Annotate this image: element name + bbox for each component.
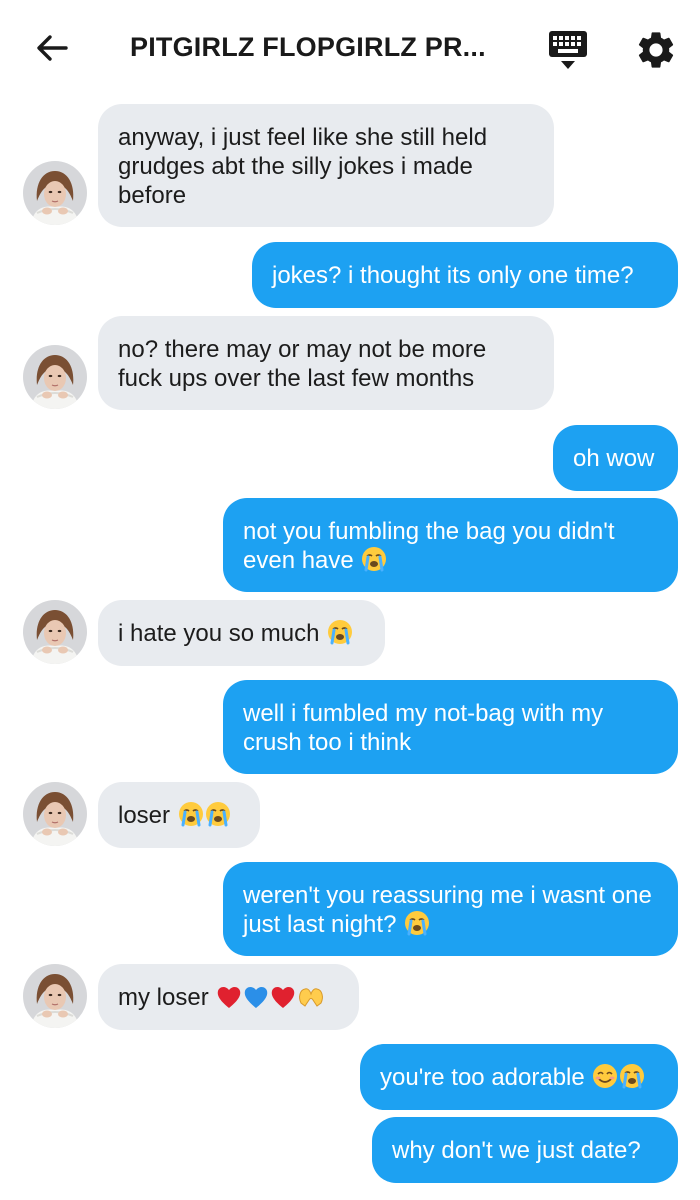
message-text: no? there may or may not be more fuck up… (118, 336, 487, 392)
red-heart-icon (270, 985, 296, 1016)
message-bubble[interactable]: oh wow (553, 425, 678, 491)
message-text: not you fumbling the bag you didn't even… (243, 518, 615, 574)
avatar[interactable] (23, 345, 87, 409)
loudly-crying-face-icon (205, 801, 231, 834)
message-bubble[interactable]: weren't you reassuring me i wasnt one ju… (223, 862, 678, 956)
message-bubble[interactable]: my loser (98, 964, 359, 1030)
message-bubble[interactable]: no? there may or may not be more fuck up… (98, 316, 554, 410)
loudly-crying-face-icon (178, 801, 204, 834)
message-bubble[interactable]: anyway, i just feel like she still held … (98, 104, 554, 227)
message-text: loser (118, 802, 171, 829)
loudly-crying-face-icon (619, 1063, 645, 1096)
keyboard-icon (549, 31, 587, 69)
blue-heart-icon (243, 985, 269, 1016)
message-bubble[interactable]: why don't we just date? (372, 1117, 678, 1183)
avatar[interactable] (23, 600, 87, 664)
smiling-face-with-smiling-eyes-icon (592, 1063, 618, 1096)
message-text: weren't you reassuring me i wasnt one ju… (243, 882, 652, 938)
message-bubble[interactable]: well i fumbled my not-bag with my crush … (223, 680, 678, 774)
message-bubble[interactable]: loser (98, 782, 260, 848)
arrow-left-icon (37, 35, 68, 61)
loudly-crying-face-icon (404, 910, 430, 943)
back-button[interactable] (30, 26, 74, 70)
chat-header: PITGIRLZ FLOPGIRLZ PR... (0, 0, 700, 100)
red-heart-icon (216, 985, 242, 1016)
message-text: anyway, i just feel like she still held … (118, 124, 488, 209)
message-text: well i fumbled my not-bag with my crush … (243, 700, 604, 756)
message-text: i hate you so much (118, 620, 320, 647)
settings-button[interactable] (634, 28, 678, 72)
avatar[interactable] (23, 964, 87, 1028)
loudly-crying-face-icon (361, 546, 387, 579)
heart-hands-icon (297, 985, 325, 1016)
chat-title: PITGIRLZ FLOPGIRLZ PR... (130, 32, 486, 62)
message-bubble[interactable]: i hate you so much (98, 600, 385, 666)
avatar[interactable] (23, 161, 87, 225)
keyboard-button[interactable] (546, 28, 590, 74)
gear-icon (638, 32, 674, 68)
avatar[interactable] (23, 782, 87, 846)
message-text: why don't we just date? (392, 1137, 641, 1164)
message-text: my loser (118, 984, 209, 1011)
message-text: oh wow (573, 445, 655, 472)
message-bubble[interactable]: jokes? i thought its only one time? (252, 242, 678, 308)
message-bubble[interactable]: you're too adorable (360, 1044, 678, 1110)
message-text: jokes? i thought its only one time? (272, 262, 634, 289)
message-text: you're too adorable (380, 1064, 585, 1091)
message-bubble[interactable]: not you fumbling the bag you didn't even… (223, 498, 678, 592)
loudly-crying-face-icon (327, 619, 353, 652)
